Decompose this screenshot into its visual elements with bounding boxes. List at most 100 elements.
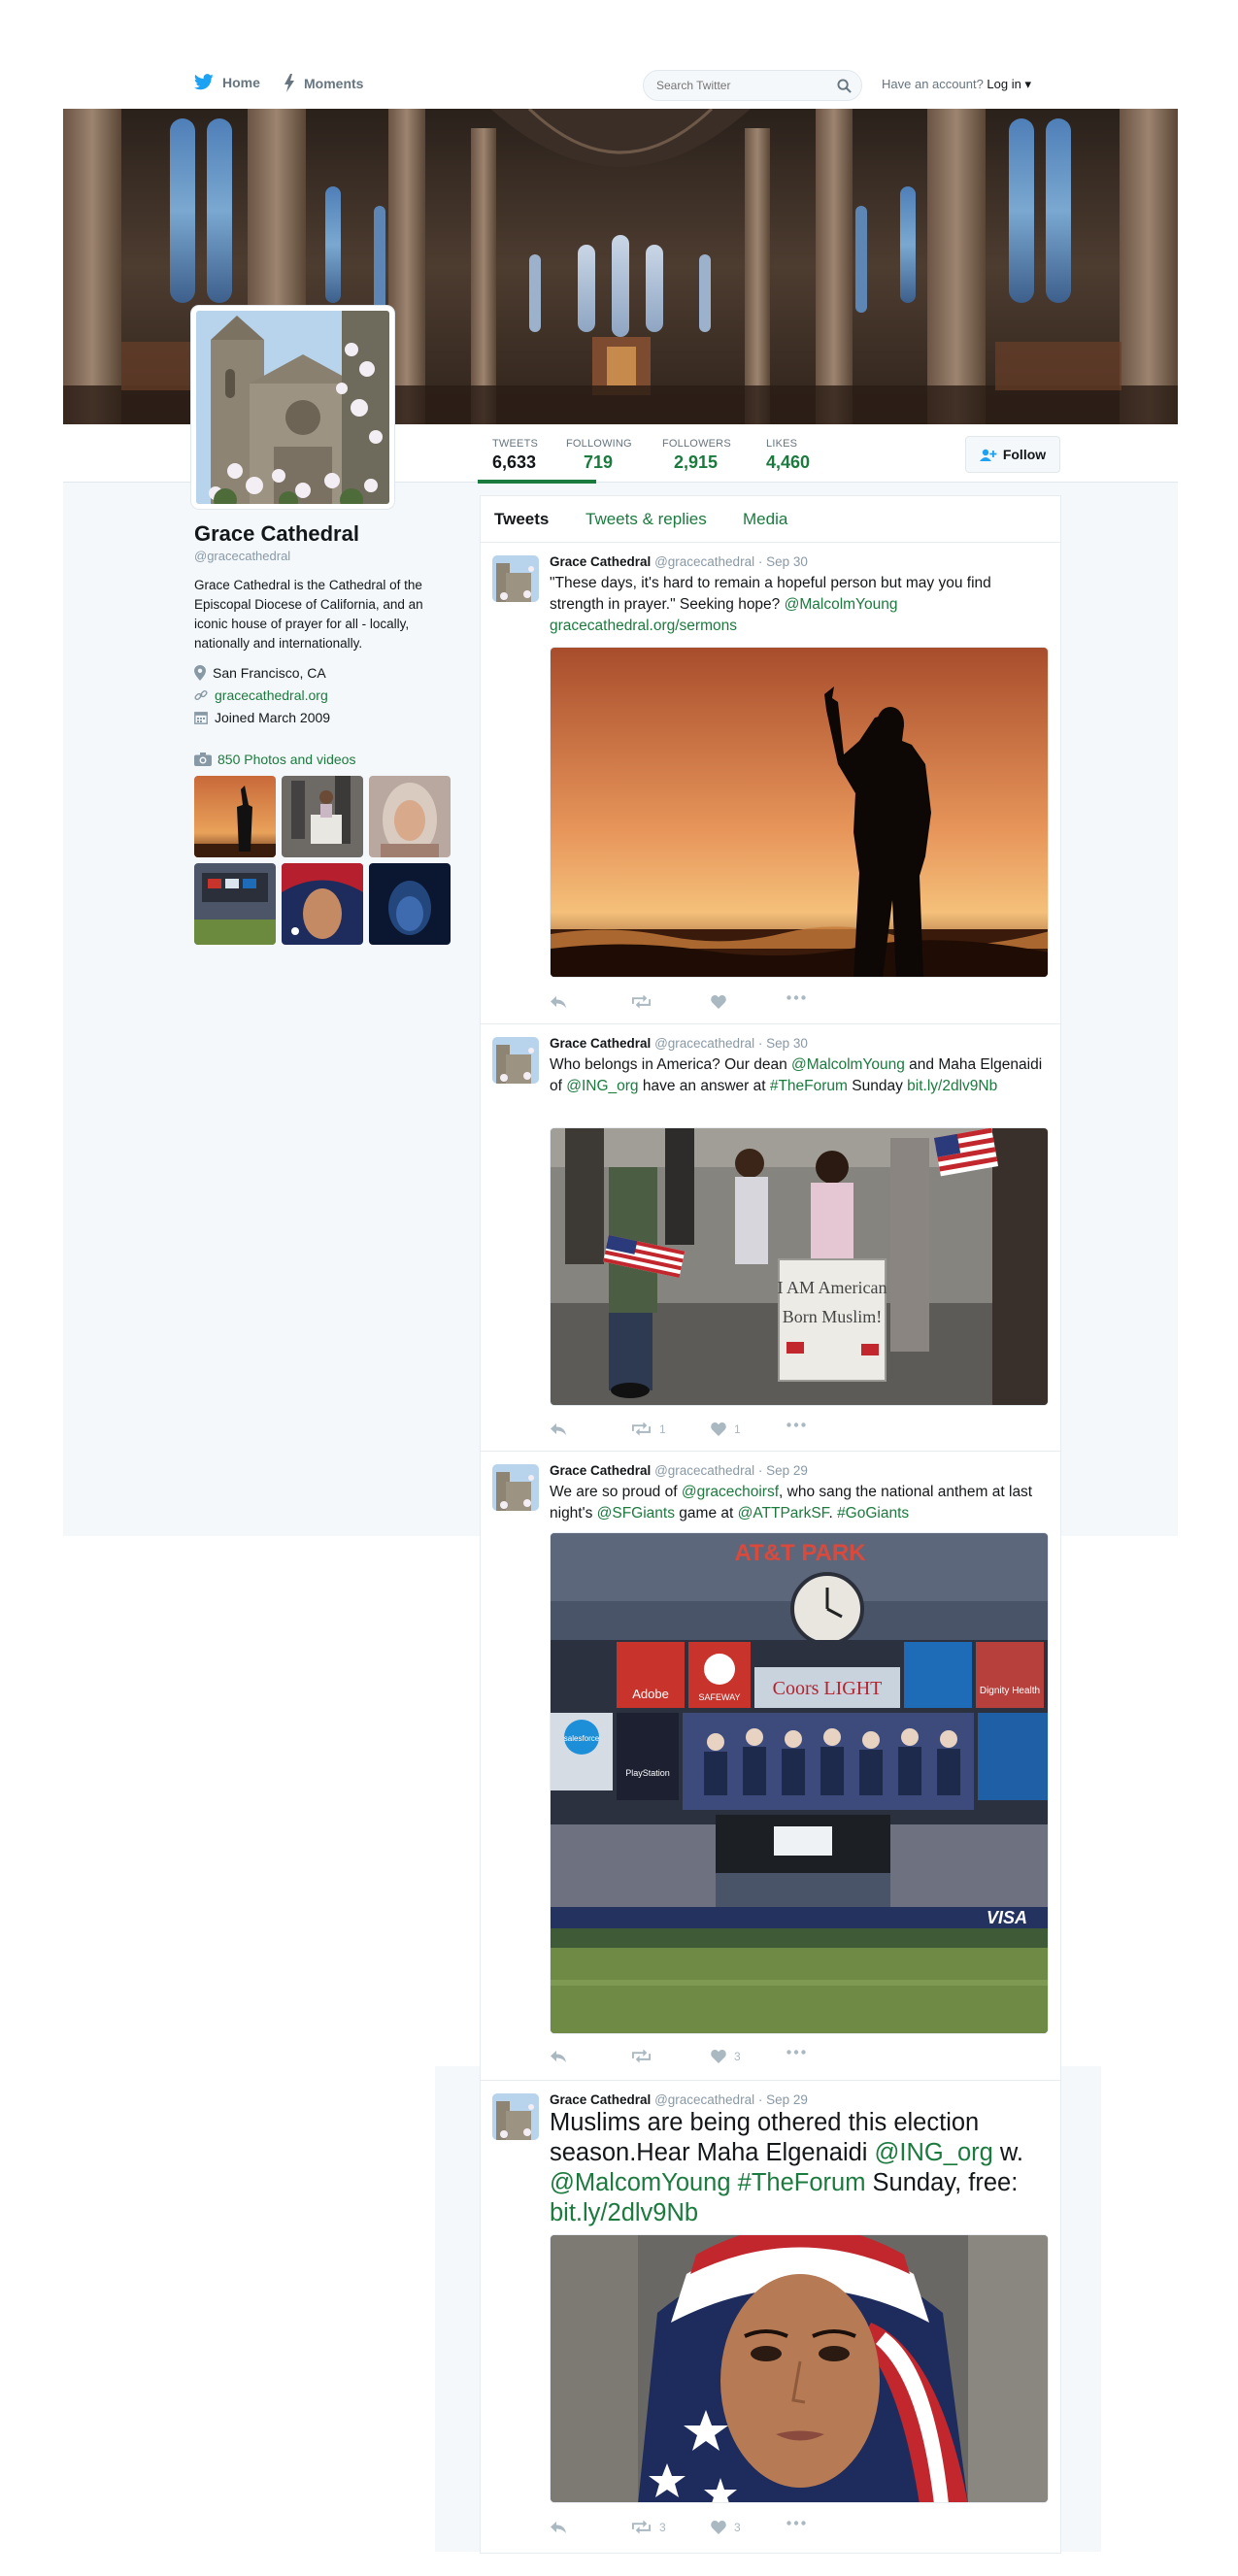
more-button[interactable]: [786, 1422, 814, 1427]
tweet-text-part: Who belongs in America? Our dean: [550, 1056, 791, 1073]
tweet-media[interactable]: AT&T PARK Adobe SAFEWAY Coors LIGHT Dign…: [550, 1532, 1049, 2034]
tweet-hashtag[interactable]: #TheForum: [770, 1078, 848, 1094]
reply-button[interactable]: [550, 2050, 575, 2063]
tweet-actions: 1 1: [550, 1422, 841, 1442]
tab-media[interactable]: Media: [743, 510, 787, 529]
tweet-mention[interactable]: @SFGiants: [597, 1505, 675, 1522]
tab-tweets-replies[interactable]: Tweets & replies: [586, 510, 707, 529]
tweet-text: "These days, it's hard to remain a hopef…: [550, 573, 1050, 637]
retweet-button[interactable]: [631, 995, 659, 1009]
tweet-text-part: .: [828, 1505, 838, 1522]
profile-website-link[interactable]: gracecathedral.org: [215, 687, 328, 703]
tweet-link[interactable]: gracecathedral.org/sermons: [550, 618, 737, 634]
tweet-author-name[interactable]: Grace Cathedral: [550, 1463, 651, 1478]
profile-avatar[interactable]: [191, 306, 394, 509]
tweet-mention[interactable]: @ING_org: [566, 1078, 638, 1094]
tweet-meta: @gracecathedral · Sep 29: [654, 2092, 808, 2107]
tweet-hashtag[interactable]: #TheForum: [738, 2169, 866, 2196]
more-button[interactable]: [786, 2050, 814, 2055]
tweet-mention[interactable]: @ATTParkSF: [738, 1505, 829, 1522]
tweet-avatar[interactable]: [492, 1464, 539, 1511]
stat-likes[interactable]: LIKES 4,460: [766, 438, 810, 473]
stat-following[interactable]: FOLLOWING 719: [566, 438, 632, 473]
profile-location: San Francisco, CA: [194, 665, 456, 681]
tweet-text-part: Sunday, free:: [865, 2169, 1019, 2196]
stat-tweets-value: 6,633: [492, 452, 537, 472]
photo-thumbnail[interactable]: [194, 776, 276, 857]
follow-button-label: Follow: [1002, 447, 1047, 462]
tweet-link[interactable]: bit.ly/2dlv9Nb: [550, 2199, 698, 2226]
tweet-media[interactable]: [550, 2234, 1049, 2503]
photo-thumbnail[interactable]: [282, 863, 363, 945]
like-button[interactable]: [711, 995, 734, 1009]
retweet-button[interactable]: 1: [631, 1422, 666, 1436]
tweet-author-name[interactable]: Grace Cathedral: [550, 2092, 651, 2107]
follow-button[interactable]: Follow: [965, 436, 1060, 473]
like-button[interactable]: 3: [711, 2521, 741, 2534]
photo-thumbnail[interactable]: [369, 863, 451, 945]
nav-home[interactable]: Home: [194, 74, 260, 90]
more-dots-icon: [786, 2050, 806, 2055]
search-input[interactable]: [644, 71, 819, 100]
tweet[interactable]: Grace Cathedral @gracecathedral · Sep 30…: [481, 543, 1060, 1024]
sign-line-2: Born Muslim!: [783, 1307, 883, 1326]
nav-moments-label: Moments: [304, 75, 364, 91]
stat-tweets[interactable]: TWEETS 6,633: [492, 438, 538, 473]
tweet[interactable]: Grace Cathedral @gracecathedral · Sep 29…: [481, 1452, 1060, 2081]
tweet-text: Who belongs in America? Our dean @Malcol…: [550, 1054, 1050, 1097]
tweet-text-part: Sunday: [847, 1078, 908, 1094]
more-dots-icon: [786, 995, 806, 1000]
stat-likes-label: LIKES: [766, 438, 798, 450]
tweet-avatar[interactable]: [492, 1037, 539, 1084]
tweet[interactable]: Grace Cathedral @gracecathedral · Sep 30…: [481, 1024, 1060, 1452]
stadium-sign-text: AT&T PARK: [734, 1540, 866, 1566]
tweet-header: Grace Cathedral @gracecathedral · Sep 29: [550, 1463, 808, 1478]
tweet-link[interactable]: bit.ly/2dlv9Nb: [907, 1078, 997, 1094]
login-link[interactable]: Log in ▾: [987, 77, 1031, 91]
photo-thumbnail[interactable]: [282, 776, 363, 857]
like-button[interactable]: 3: [711, 2050, 741, 2063]
reply-button[interactable]: [550, 1422, 575, 1436]
tweet-mention[interactable]: @MalcomYoung: [550, 2169, 731, 2196]
photo-thumbnail[interactable]: [194, 863, 276, 945]
photos-videos-link[interactable]: 850 Photos and videos: [194, 752, 355, 767]
retweet-button[interactable]: 3: [631, 2521, 666, 2534]
stat-followers[interactable]: FOLLOWERS 2,915: [662, 438, 731, 473]
tweet-text: We are so proud of @gracechoirsf, who sa…: [550, 1482, 1050, 1524]
nav-moments[interactable]: Moments: [284, 74, 363, 92]
profile-card: Grace Cathedral @gracecathedral Grace Ca…: [194, 521, 456, 725]
tweet-media[interactable]: [550, 647, 1049, 978]
tweet-author-name[interactable]: Grace Cathedral: [550, 1036, 651, 1051]
reply-button[interactable]: [550, 2521, 575, 2534]
active-stat-underline: [478, 480, 596, 484]
tweet-media[interactable]: I AM American Born Muslim!: [550, 1127, 1049, 1406]
tweet-mention[interactable]: @MalcolmYoung: [785, 596, 898, 613]
photo-thumbnail[interactable]: [369, 776, 451, 857]
tweet-mention[interactable]: @gracechoirsf: [682, 1484, 779, 1500]
tab-tweets[interactable]: Tweets: [494, 510, 549, 529]
tweet-avatar[interactable]: [492, 2093, 539, 2140]
board-safeway: SAFEWAY: [698, 1692, 740, 1702]
tweet-mention[interactable]: @ING_org: [875, 2139, 993, 2166]
stat-following-value: 719: [584, 452, 614, 472]
tweet-actions: [550, 995, 841, 1015]
board-coors: Coors LIGHT: [773, 1678, 883, 1699]
tweet-avatar[interactable]: [492, 555, 539, 602]
tweet-hashtag[interactable]: #GoGiants: [837, 1505, 909, 1522]
search-icon[interactable]: [837, 79, 852, 93]
reply-button[interactable]: [550, 995, 575, 1009]
board-playstation: PlayStation: [625, 1768, 670, 1778]
tweet-mention[interactable]: @MalcolmYoung: [791, 1056, 905, 1073]
more-button[interactable]: [786, 995, 814, 1000]
profile-handle[interactable]: @gracecathedral: [194, 549, 456, 563]
retweet-button[interactable]: [631, 2050, 659, 2063]
tweet[interactable]: Grace Cathedral @gracecathedral · Sep 29…: [481, 2081, 1060, 2555]
more-button[interactable]: [786, 2521, 814, 2526]
like-button[interactable]: 1: [711, 1422, 741, 1436]
tweet-text-part: w.: [992, 2139, 1023, 2166]
tweet-author-name[interactable]: Grace Cathedral: [550, 554, 651, 569]
profile-name[interactable]: Grace Cathedral: [194, 521, 456, 547]
thumb-ballpark: [194, 863, 276, 945]
girls-flag-sign-photo: I AM American Born Muslim!: [551, 1128, 1048, 1405]
tweet-text-part: [731, 2169, 738, 2196]
